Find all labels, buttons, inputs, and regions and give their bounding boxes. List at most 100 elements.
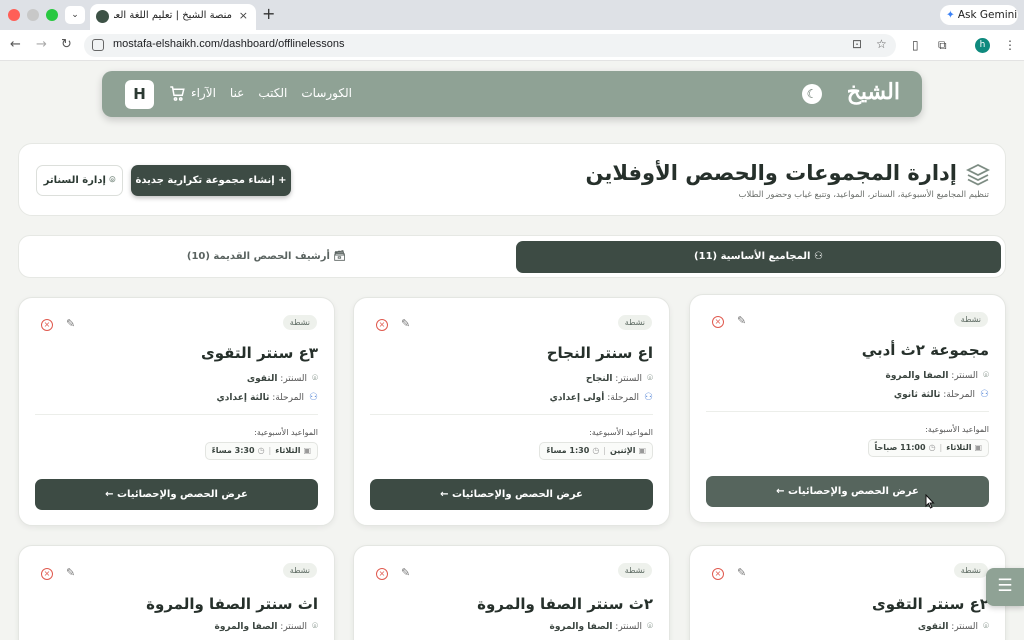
schedule-day: الثلاثاء bbox=[946, 443, 972, 452]
stage-prefix: المرحلة: bbox=[943, 390, 976, 400]
maximize-window-button[interactable] bbox=[46, 9, 58, 21]
edit-icon[interactable]: ✎ bbox=[66, 317, 75, 330]
center-value: التقوى bbox=[917, 622, 949, 632]
group-stage: ⚇ المرحلة: ثالثة ثانوي bbox=[894, 389, 989, 400]
center-prefix: السنتر: bbox=[615, 374, 642, 384]
divider bbox=[370, 414, 653, 415]
browser-tab-bar: ⌄ منصة الشيخ | تعليم اللغة العربية ل × +… bbox=[0, 0, 1024, 30]
dark-mode-toggle-icon[interactable]: ☾ bbox=[802, 84, 822, 104]
nav-link-courses[interactable]: الكورسات bbox=[301, 86, 352, 100]
group-center: ⌾ السنتر: الصفا والمروة bbox=[550, 621, 654, 632]
url-text: mostafa-elshaikh.com/dashboard/offlinele… bbox=[113, 38, 345, 50]
center-value: النجاح bbox=[585, 374, 613, 384]
deactivate-icon[interactable]: × bbox=[41, 319, 53, 331]
edit-icon[interactable]: ✎ bbox=[737, 566, 746, 579]
group-name: ٣ع سنتر التقوى bbox=[200, 344, 318, 362]
group-center: ⌾ السنتر: النجاح bbox=[586, 373, 653, 384]
ask-gemini-button[interactable]: ✦ Ask Gemini bbox=[940, 5, 1018, 25]
schedule-time: 1:30 مساءً bbox=[546, 446, 590, 455]
center-value: الصفا والمروة bbox=[885, 371, 949, 381]
site-header: الشيخ ☾ الكورسات الكتب عنا الآراء H bbox=[102, 71, 922, 117]
site-logo[interactable]: الشيخ bbox=[847, 79, 901, 105]
group-center: ⌾ السنتر: الصفا والمروة bbox=[886, 370, 990, 381]
address-bar[interactable]: mostafa-elshaikh.com/dashboard/offlinele… bbox=[84, 34, 896, 57]
manage-centers-button[interactable]: ⌾ إدارة السناتر bbox=[36, 165, 123, 196]
install-app-icon[interactable]: ⊡ bbox=[852, 37, 862, 51]
view-lessons-label: عرض الحصص والإحصائيات bbox=[787, 486, 919, 497]
groups-tabs: ⚇ المجاميع الأساسية (11) 🗃 أرشيف الحصص ا… bbox=[18, 235, 1006, 278]
schedule-label: المواعيد الأسبوعية: bbox=[925, 425, 989, 434]
schedule-chip: ▣الإثنين |◷1:30 مساءً bbox=[539, 442, 653, 460]
create-recurring-group-button[interactable]: + إنشاء مجموعة تكرارية جديدة bbox=[131, 165, 291, 196]
extensions-puzzle-icon[interactable]: ⧉ bbox=[938, 38, 947, 52]
hamburger-menu-icon: ☰ bbox=[997, 576, 1013, 596]
layers-icon bbox=[966, 163, 990, 186]
minimize-window-button[interactable] bbox=[27, 9, 39, 21]
status-badge: نشطة bbox=[282, 563, 317, 578]
schedule-chip: ▣الثلاثاء|◷3:30 مساءً bbox=[204, 442, 318, 460]
forward-arrow-icon[interactable]: → bbox=[36, 36, 47, 54]
edit-icon[interactable]: ✎ bbox=[66, 566, 75, 579]
status-badge: نشطة bbox=[617, 563, 652, 578]
reload-icon[interactable]: ↻ bbox=[61, 36, 72, 54]
site-favicon-icon bbox=[96, 10, 109, 23]
nav-link-books[interactable]: الكتب bbox=[258, 86, 287, 100]
group-stage: ⚇ المرحلة: أولى إعدادي bbox=[550, 392, 653, 403]
view-lessons-stats-button[interactable]: عرض الحصص والإحصائيات ← bbox=[35, 479, 318, 510]
deactivate-icon[interactable]: × bbox=[376, 319, 388, 331]
tab-search-button[interactable]: ⌄ bbox=[65, 6, 85, 24]
site-nav: الكورسات الكتب عنا الآراء bbox=[191, 86, 352, 100]
users-icon: ⚇ bbox=[309, 392, 318, 403]
center-prefix: السنتر: bbox=[280, 622, 307, 632]
clock-icon: ◷ bbox=[257, 446, 265, 455]
nav-link-about[interactable]: عنا bbox=[230, 86, 244, 100]
stage-value: ثالثة ثانوي bbox=[893, 390, 941, 400]
deactivate-icon[interactable]: × bbox=[41, 568, 53, 580]
reading-list-icon[interactable]: ▯ bbox=[912, 38, 919, 52]
tab-archive[interactable]: 🗃 أرشيف الحصص القديمة (10) bbox=[24, 241, 509, 273]
close-window-button[interactable] bbox=[8, 9, 20, 21]
users-icon: ⚇ bbox=[644, 392, 653, 403]
edit-icon[interactable]: ✎ bbox=[737, 314, 746, 327]
location-pin-icon: ⌾ bbox=[983, 621, 989, 632]
floating-menu-button[interactable]: ☰ bbox=[986, 568, 1024, 606]
back-arrow-icon[interactable]: ← bbox=[10, 36, 21, 54]
archive-box-icon: 🗃 bbox=[329, 251, 347, 262]
site-info-icon[interactable] bbox=[92, 39, 104, 51]
page-header-card: إدارة المجموعات والحصص الأوفلاين تنظيم ا… bbox=[18, 143, 1006, 216]
edit-icon[interactable]: ✎ bbox=[401, 566, 410, 579]
deactivate-icon[interactable]: × bbox=[712, 568, 724, 580]
deactivate-icon[interactable]: × bbox=[712, 316, 724, 328]
group-card: نشطة × ✎ ٢ع سنتر التقوى ⌾ السنتر: التقوى bbox=[689, 545, 1006, 640]
browser-menu-icon[interactable]: ⋮ bbox=[1004, 38, 1016, 52]
edit-icon[interactable]: ✎ bbox=[401, 317, 410, 330]
group-name: اع سنتر النجاح bbox=[546, 344, 653, 362]
bookmark-star-icon[interactable]: ☆ bbox=[876, 37, 887, 51]
view-lessons-stats-button[interactable]: عرض الحصص والإحصائيات ← bbox=[706, 476, 989, 507]
profile-avatar[interactable]: h bbox=[975, 38, 990, 53]
create-group-label: إنشاء مجموعة تكرارية جديدة bbox=[135, 175, 275, 186]
browser-tab-active[interactable]: منصة الشيخ | تعليم اللغة العربية ل × bbox=[90, 4, 256, 30]
schedule-time: 3:30 مساءً bbox=[211, 446, 255, 455]
tab-close-icon[interactable]: × bbox=[239, 9, 248, 22]
user-menu-button[interactable]: H bbox=[125, 80, 154, 109]
new-tab-button[interactable]: + bbox=[262, 5, 275, 23]
divider bbox=[35, 414, 318, 415]
view-lessons-stats-button[interactable]: عرض الحصص والإحصائيات ← bbox=[370, 479, 653, 510]
calendar-icon: ▣ bbox=[638, 446, 646, 455]
group-card: نشطة × ✎ اث سنتر الصفا والمروة ⌾ السنتر: … bbox=[18, 545, 335, 640]
clock-icon: ◷ bbox=[592, 446, 600, 455]
location-pin-icon: ⌾ bbox=[983, 370, 989, 381]
view-lessons-label: عرض الحصص والإحصائيات bbox=[116, 489, 248, 500]
deactivate-icon[interactable]: × bbox=[376, 568, 388, 580]
nav-link-reviews[interactable]: الآراء bbox=[191, 86, 216, 100]
plus-icon: + bbox=[274, 175, 287, 186]
group-card: نشطة × ✎ اع سنتر النجاح ⌾السنتر: النجاح … bbox=[353, 297, 670, 526]
stage-prefix: المرحلة: bbox=[272, 393, 305, 403]
center-value: الصفا والمروة bbox=[214, 622, 278, 632]
tab-main-groups[interactable]: ⚇ المجاميع الأساسية (11) bbox=[516, 241, 1001, 273]
tab-title: منصة الشيخ | تعليم اللغة العربية ل bbox=[114, 10, 232, 21]
group-center: ⌾ السنتر: التقوى bbox=[918, 621, 989, 632]
cart-icon[interactable] bbox=[168, 84, 186, 106]
separator: | bbox=[939, 443, 943, 452]
